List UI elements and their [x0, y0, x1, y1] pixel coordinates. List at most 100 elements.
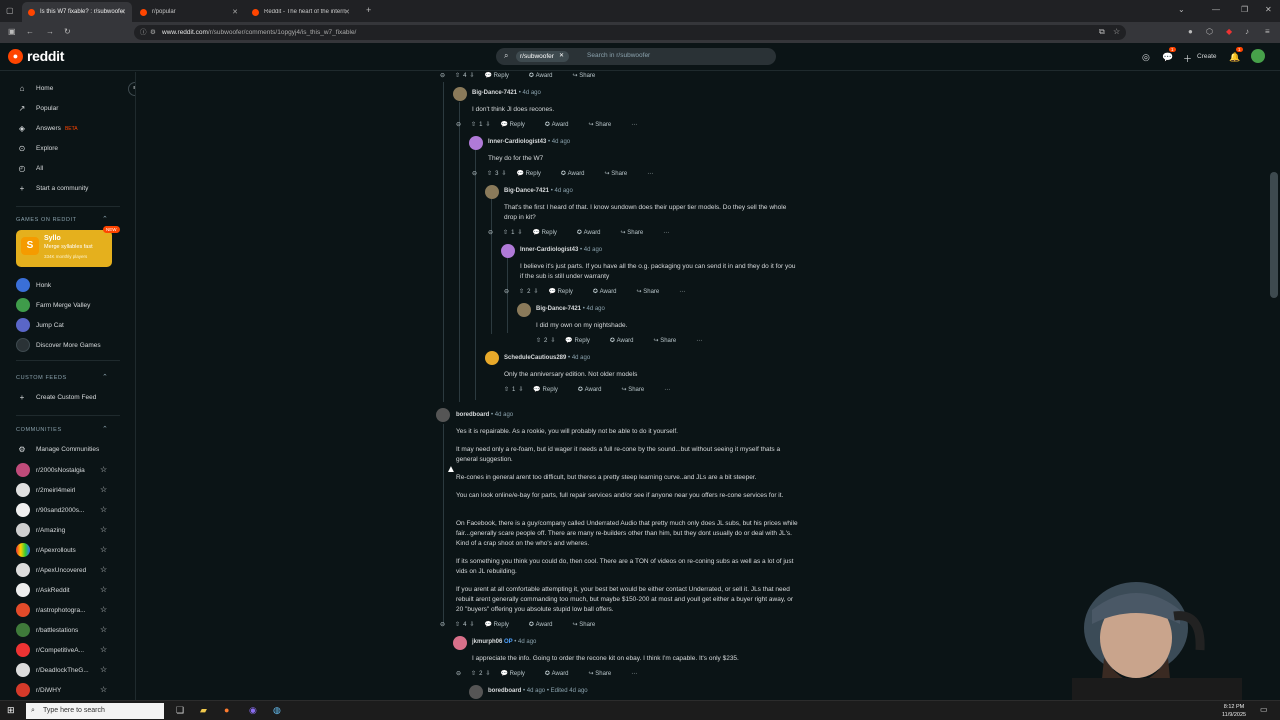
close-tab-icon[interactable]: ✕: [344, 8, 350, 16]
favorite-star-icon[interactable]: ☆: [100, 645, 107, 654]
community-item[interactable]: r/Apexrollouts: [16, 543, 76, 557]
maximize-icon[interactable]: ❐: [1241, 5, 1248, 14]
extension-icon[interactable]: ●: [1188, 27, 1193, 36]
collapse-icon[interactable]: ⊖: [488, 229, 493, 236]
back-icon[interactable]: ←: [26, 27, 34, 36]
more-options-button[interactable]: ···: [663, 230, 669, 236]
subreddit-search-chip[interactable]: r/subwoofer ✕: [516, 51, 569, 62]
downvote-icon[interactable]: ⇩: [501, 170, 506, 177]
reply-button[interactable]: 💬 Reply: [533, 386, 567, 394]
task-view-icon[interactable]: ❏: [176, 705, 184, 716]
collapse-icon[interactable]: ⊖: [456, 121, 461, 128]
chevron-up-icon[interactable]: ⌃: [102, 215, 108, 223]
file-explorer-icon[interactable]: ▰: [200, 705, 207, 716]
sidebar-toggle-icon[interactable]: ▣: [8, 27, 16, 36]
collapse-sidebar-icon[interactable]: ≡: [128, 82, 135, 96]
award-button[interactable]: ✪ Award: [610, 337, 644, 345]
favorite-star-icon[interactable]: ☆: [100, 585, 107, 594]
award-button[interactable]: ✪ Award: [577, 229, 611, 237]
share-button[interactable]: ↪ Share: [605, 170, 638, 178]
puzzle-icon[interactable]: ⬡: [1206, 27, 1213, 36]
share-button[interactable]: ↪ Share: [654, 337, 687, 345]
tab-actions-icon[interactable]: ▢: [6, 6, 14, 15]
comment-author[interactable]: boredboard • 4d ago • Edited 4d ago: [488, 688, 588, 694]
notifications-icon[interactable]: ▭: [1260, 705, 1268, 714]
close-tab-icon[interactable]: ✕: [232, 8, 238, 16]
avatar[interactable]: [436, 408, 450, 422]
sidebar-item-explore[interactable]: ⊙ Explore: [16, 144, 58, 153]
chevron-down-icon[interactable]: ⌄: [1178, 5, 1185, 14]
upvote-icon[interactable]: ⇧: [487, 170, 492, 177]
game-farm-merge-valley[interactable]: Farm Merge Valley: [16, 298, 90, 312]
comment-author[interactable]: jkmurph06 OP • 4d ago: [472, 639, 536, 645]
upvote-icon[interactable]: ⇧: [471, 670, 476, 677]
discord-icon[interactable]: ◉: [249, 705, 257, 716]
sidebar-item-start-community[interactable]: + Start a community: [16, 184, 89, 193]
avatar[interactable]: [469, 136, 483, 150]
favorite-star-icon[interactable]: ☆: [100, 485, 107, 494]
chevron-up-icon[interactable]: ⌃: [102, 373, 108, 381]
comment-author[interactable]: Inner-Cardiologist43 • 4d ago: [520, 247, 602, 253]
favorite-star-icon[interactable]: ☆: [100, 565, 107, 574]
collapse-icon[interactable]: ⊖: [440, 72, 445, 79]
reddit-logo[interactable]: ● reddit: [8, 48, 64, 64]
user-avatar[interactable]: [1251, 49, 1265, 63]
favorite-star-icon[interactable]: ☆: [100, 605, 107, 614]
share-button[interactable]: ↪ Share: [621, 229, 654, 237]
community-item[interactable]: r/AskReddit: [16, 583, 70, 597]
community-item[interactable]: r/DeadlockTheG...: [16, 663, 89, 677]
notification-bell-icon[interactable]: 🔔: [1229, 52, 1240, 63]
bookmark-star-icon[interactable]: ☆: [1113, 27, 1120, 36]
share-button[interactable]: ↪ Share: [622, 386, 655, 394]
game-jump-cat[interactable]: Jump Cat: [16, 318, 64, 332]
more-options-button[interactable]: ···: [631, 671, 637, 677]
award-button[interactable]: ✪ Award: [529, 72, 563, 80]
more-options-button[interactable]: ···: [664, 387, 670, 393]
comment-author[interactable]: Big-Dance-7421 • 4d ago: [472, 90, 541, 96]
downvote-icon[interactable]: ⇩: [533, 288, 538, 295]
community-item[interactable]: r/DiWHY: [16, 683, 61, 697]
community-item[interactable]: r/90sand2000s...: [16, 503, 84, 517]
comment-author[interactable]: boredboard • 4d ago: [456, 412, 513, 418]
create-custom-feed[interactable]: + Create Custom Feed: [16, 393, 97, 402]
comment-author[interactable]: Inner-Cardiologist43 • 4d ago: [488, 139, 570, 145]
favorite-star-icon[interactable]: ☆: [100, 685, 107, 694]
comment-author[interactable]: ScheduleCautious289 • 4d ago: [504, 355, 590, 361]
upvote-icon[interactable]: ⇧: [519, 288, 524, 295]
reply-button[interactable]: 💬 Reply: [500, 670, 534, 678]
url-field[interactable]: ⓘ ⚙ www.reddit.com/r/subwoofer/comments/…: [134, 25, 1126, 40]
downvote-icon[interactable]: ⇩: [469, 621, 474, 628]
tab-active[interactable]: Is this W7 fixable? : r/subwoofer ✕: [22, 2, 132, 22]
community-item[interactable]: r/astrophotogra...: [16, 603, 86, 617]
award-button[interactable]: ✪ Award: [545, 670, 579, 678]
more-options-button[interactable]: ···: [631, 122, 637, 128]
adblock-icon[interactable]: ◆: [1226, 27, 1232, 36]
taskbar-search-input[interactable]: ⌕ Type here to search: [26, 703, 164, 719]
favorite-star-icon[interactable]: ☆: [100, 545, 107, 554]
reply-button[interactable]: 💬 Reply: [516, 170, 550, 178]
comment-author[interactable]: Big-Dance-7421 • 4d ago: [536, 306, 605, 312]
comment-author[interactable]: Big-Dance-7421 • 4d ago: [504, 188, 573, 194]
avatar[interactable]: [453, 87, 467, 101]
downvote-icon[interactable]: ⇩: [469, 72, 474, 79]
steam-icon[interactable]: ◍: [273, 705, 281, 716]
forward-icon[interactable]: →: [46, 27, 54, 36]
reply-button[interactable]: 💬 Reply: [565, 337, 599, 345]
more-options-button[interactable]: ···: [696, 338, 702, 344]
featured-game-card[interactable]: S Syllo Merge syllables fast 334K monthl…: [16, 226, 120, 267]
share-button[interactable]: ↪ Share: [573, 621, 606, 629]
tab-popular[interactable]: r/popular ✕: [134, 2, 244, 22]
manage-communities[interactable]: ⚙ Manage Communities: [16, 445, 99, 454]
create-plus-icon[interactable]: ＋: [1183, 52, 1192, 65]
favorite-star-icon[interactable]: ☆: [100, 465, 107, 474]
community-item[interactable]: r/Amazing: [16, 523, 65, 537]
page-scrollbar[interactable]: [1270, 172, 1278, 298]
site-info-icon[interactable]: ⓘ: [140, 25, 147, 40]
media-icon[interactable]: ♪: [1245, 27, 1249, 36]
upvote-icon[interactable]: ⇧: [455, 72, 460, 79]
create-button[interactable]: Create: [1197, 53, 1217, 60]
reply-button[interactable]: 💬 Reply: [484, 72, 518, 80]
minimize-icon[interactable]: —: [1212, 5, 1220, 14]
collapse-icon[interactable]: ⊖: [440, 621, 445, 628]
award-button[interactable]: ✪ Award: [529, 621, 563, 629]
